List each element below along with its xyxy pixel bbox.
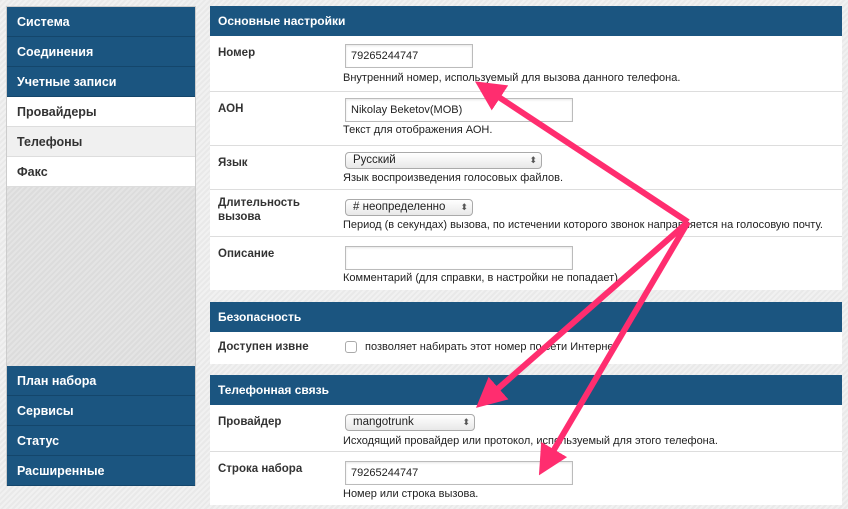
duration-hint: Период (в секундах) вызова, по истечении… (343, 219, 823, 231)
telephony-panel: Телефонная связь Провайдер mangotrunk Ис… (210, 375, 842, 505)
cid-label: АОН (218, 103, 244, 115)
description-label: Описание (218, 248, 275, 260)
description-hint: Комментарий (для справки, в настройки не… (343, 272, 618, 284)
description-input[interactable] (345, 246, 573, 270)
panel-title: Безопасность (210, 302, 842, 332)
number-hint: Внутренний номер, используемый для вызов… (343, 72, 681, 84)
nav-advanced[interactable]: Расширенные (7, 456, 195, 486)
language-hint: Язык воспроизведения голосовых файлов. (343, 172, 564, 184)
nav-providers[interactable]: Провайдеры (7, 97, 195, 127)
nav-fax[interactable]: Факс (7, 157, 195, 187)
dialstring-label: Строка набора (218, 463, 303, 475)
nav-system[interactable]: Система (7, 7, 195, 37)
nav-phones[interactable]: Телефоны (7, 127, 195, 157)
nav-status[interactable]: Статус (7, 426, 195, 456)
external-hint: позволяет набирать этот номер по сети Ин… (365, 341, 619, 353)
dialstring-input[interactable]: 79265244747 (345, 461, 573, 485)
language-select[interactable]: Русский (345, 152, 542, 169)
cid-input[interactable]: Nikolay Beketov(MOB) (345, 98, 573, 122)
security-panel: Безопасность Доступен извне позволяет на… (210, 302, 842, 364)
language-label: Язык (218, 157, 248, 169)
provider-hint: Исходящий провайдер или протокол, исполь… (343, 435, 718, 447)
cid-hint: Текст для отображения АОН. (343, 124, 493, 136)
number-label: Номер (218, 47, 256, 59)
sidebar: Система Соединения Учетные записи Провай… (6, 6, 196, 486)
dialstring-hint: Номер или строка вызова. (343, 488, 479, 500)
nav-accounts[interactable]: Учетные записи (7, 67, 195, 97)
duration-select[interactable]: # неопределенно (345, 199, 473, 216)
external-checkbox[interactable] (345, 341, 357, 354)
panel-title: Телефонная связь (210, 375, 842, 405)
duration-label: Длительность вызова (218, 197, 300, 223)
panel-title: Основные настройки (210, 6, 842, 36)
number-input[interactable]: 79265244747 (345, 44, 473, 68)
basic-settings-panel: Основные настройки Номер 79265244747 Вну… (210, 6, 842, 290)
nav-connections[interactable]: Соединения (7, 37, 195, 67)
provider-select[interactable]: mangotrunk (345, 414, 475, 431)
external-label: Доступен извне (218, 341, 309, 353)
provider-label: Провайдер (218, 416, 282, 428)
nav-dialplan[interactable]: План набора (7, 366, 195, 396)
nav-services[interactable]: Сервисы (7, 396, 195, 426)
